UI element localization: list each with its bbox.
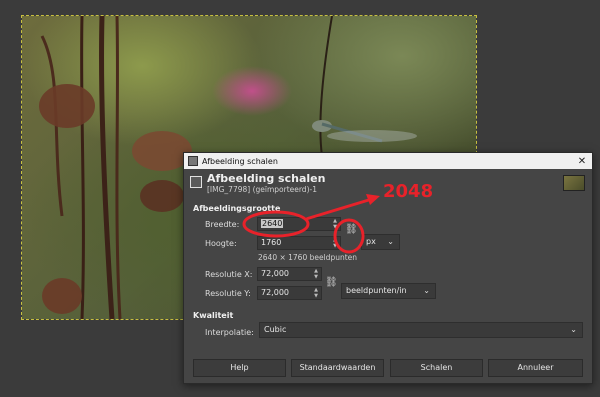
close-icon[interactable]: ✕ [572, 156, 592, 167]
size-unit-value: px [366, 237, 376, 246]
height-label: Hoogte: [205, 239, 237, 248]
cancel-button[interactable]: Annuleer [488, 359, 583, 377]
annotation-label: 2048 [383, 181, 434, 202]
spin-arrows-icon[interactable]: ▲ ▼ [331, 237, 339, 249]
section-quality: Kwaliteit [193, 311, 234, 320]
help-button[interactable]: Help [193, 359, 286, 377]
interpolation-label: Interpolatie: [205, 328, 254, 337]
chain-link-icon[interactable]: ⛓ [345, 224, 358, 235]
height-input[interactable]: 1760 ▲ ▼ [257, 236, 341, 250]
header-subtitle: [IMG_7798] (geïmporteerd)-1 [207, 185, 317, 194]
image-thumbnail [563, 175, 585, 191]
reset-button[interactable]: Standaardwaarden [291, 359, 384, 377]
spin-arrows-icon[interactable]: ▲ ▼ [312, 268, 320, 280]
res-x-value: 72,000 [261, 269, 289, 278]
res-chain-link-icon[interactable]: ⛓ [325, 277, 338, 288]
width-label: Breedte: [205, 220, 240, 229]
width-input[interactable]: 2640 ▲ ▼ [257, 217, 341, 231]
res-unit-value: beeldpunten/in [346, 286, 407, 295]
window-title: Afbeelding schalen [202, 156, 278, 166]
width-value: 2640 [261, 219, 284, 228]
section-image-size: Afbeeldingsgrootte [193, 204, 281, 213]
res-x-label: Resolutie X: [205, 270, 253, 279]
res-x-input[interactable]: 72,000 ▲ ▼ [257, 267, 322, 281]
size-hint: 2640 × 1760 beeldpunten [258, 253, 358, 262]
spin-arrows-icon[interactable]: ▲ ▼ [312, 287, 320, 299]
res-y-value: 72,000 [261, 288, 289, 297]
interpolation-select[interactable]: Cubic ⌄ [259, 322, 583, 338]
size-unit-select[interactable]: px ⌄ [361, 234, 400, 250]
scale-image-icon [190, 176, 202, 188]
chevron-down-icon: ⌄ [423, 286, 430, 295]
dialog-titlebar[interactable]: Afbeelding schalen ✕ [184, 153, 592, 169]
height-value: 1760 [261, 238, 282, 247]
res-y-input[interactable]: 72,000 ▲ ▼ [257, 286, 322, 300]
interpolation-value: Cubic [264, 325, 287, 334]
res-y-label: Resolutie Y: [205, 289, 251, 298]
res-unit-select[interactable]: beeldpunten/in ⌄ [341, 283, 436, 299]
chevron-down-icon: ⌄ [570, 325, 577, 334]
chevron-down-icon: ⌄ [387, 237, 394, 246]
header-title: Afbeelding schalen [207, 172, 326, 185]
scale-button[interactable]: Schalen [390, 359, 483, 377]
spin-arrows-icon[interactable]: ▲ ▼ [331, 218, 339, 230]
gimp-app-icon [188, 156, 198, 166]
